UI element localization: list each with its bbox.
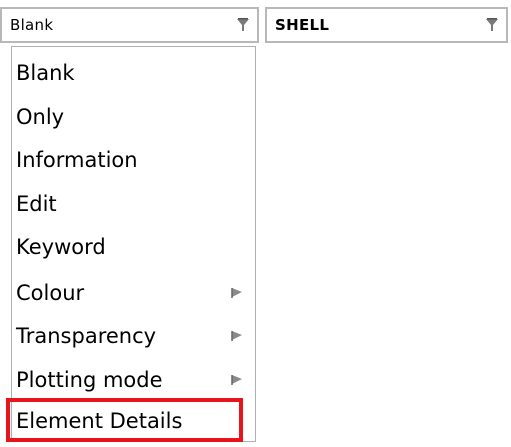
submenu-arrow-icon — [219, 287, 255, 299]
menu-item-colour[interactable]: Colour — [12, 271, 255, 315]
submenu-arrow-icon — [219, 330, 255, 342]
dropdown-menu: Blank Only Information Edit Keyword Colo… — [11, 46, 256, 442]
menu-item-label: Colour — [16, 281, 85, 305]
display-mode-value: Blank — [10, 16, 54, 34]
menu-item-label: Only — [16, 105, 65, 129]
menu-item-label: Element Details — [16, 409, 183, 433]
menu-item-label: Edit — [16, 192, 57, 216]
funnel-icon[interactable] — [478, 9, 506, 41]
submenu-arrow-icon — [219, 374, 255, 386]
menu-item-plotting-mode[interactable]: Plotting mode — [12, 358, 255, 402]
element-type-dropdown[interactable]: SHELL — [265, 7, 508, 43]
menu-item-only[interactable]: Only — [12, 95, 255, 139]
menu-item-blank[interactable]: Blank — [12, 51, 255, 95]
funnel-icon[interactable] — [229, 9, 257, 41]
menu-item-label: Keyword — [16, 235, 106, 259]
menu-item-edit[interactable]: Edit — [12, 182, 255, 226]
menu-item-label: Information — [16, 148, 138, 172]
menu-item-element-details[interactable]: Element Details — [12, 399, 255, 443]
menu-item-transparency[interactable]: Transparency — [12, 314, 255, 358]
menu-item-label: Transparency — [16, 324, 157, 348]
menu-item-label: Blank — [16, 61, 75, 85]
display-mode-dropdown[interactable]: Blank — [0, 7, 259, 43]
menu-item-label: Plotting mode — [16, 368, 163, 392]
menu-item-keyword[interactable]: Keyword — [12, 225, 255, 269]
menu-item-information[interactable]: Information — [12, 138, 255, 182]
page: Blank SHELL Blank Only Information Edit — [0, 0, 511, 447]
element-type-value: SHELL — [275, 16, 330, 34]
